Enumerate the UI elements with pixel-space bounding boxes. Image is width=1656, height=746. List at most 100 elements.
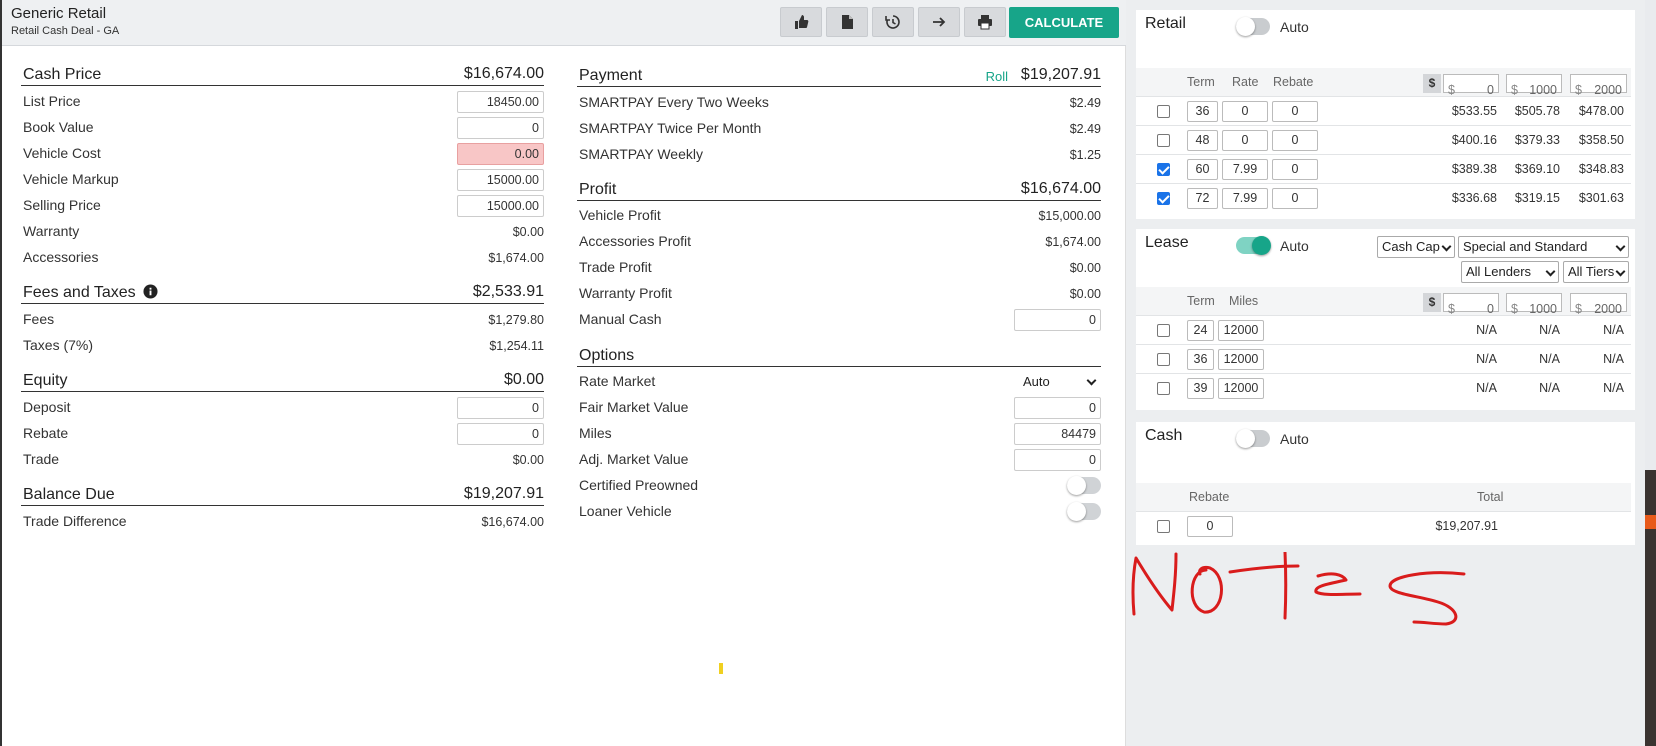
vehicle-cost-input[interactable]: 0.00: [457, 143, 544, 165]
calculate-button[interactable]: CALCULATE: [1009, 7, 1119, 38]
balance-due-label: Balance Due: [23, 486, 115, 503]
rate-input[interactable]: 7.99: [1222, 188, 1268, 209]
rate-input[interactable]: 0: [1222, 101, 1268, 122]
lease-title: Lease: [1145, 234, 1189, 251]
loaner-vehicle-toggle[interactable]: [1067, 502, 1101, 521]
down-payment-input[interactable]: $2000: [1570, 293, 1627, 316]
trade-link[interactable]: Trade: [23, 451, 59, 467]
list-price-input[interactable]: 18450.00: [457, 91, 544, 113]
accessories-link[interactable]: Accessories: [23, 249, 98, 265]
roll-link[interactable]: Roll: [986, 69, 1008, 84]
miles-input[interactable]: 12000: [1218, 349, 1264, 370]
payment-value: N/A: [1603, 323, 1624, 337]
accessories-value: $1,674.00: [488, 251, 544, 265]
term-input[interactable]: 24: [1187, 320, 1214, 341]
payment-item-value: $1.25: [1069, 148, 1101, 162]
document-button[interactable]: [826, 7, 868, 37]
cash-row-checkbox[interactable]: [1157, 520, 1170, 533]
selling-price-label: Selling Price: [23, 197, 101, 213]
term-input[interactable]: 72: [1187, 188, 1218, 209]
adj-market-value-input[interactable]: 0: [1014, 449, 1101, 471]
print-button[interactable]: [964, 7, 1006, 37]
lease-row-checkbox[interactable]: [1157, 324, 1170, 337]
rate-input[interactable]: 7.99: [1222, 159, 1268, 180]
taxes-link[interactable]: Taxes (7%): [23, 337, 93, 353]
term-header: Term: [1187, 294, 1215, 308]
manual-cash-row: Manual Cash 0: [577, 308, 1101, 332]
down-payment-input[interactable]: $1000: [1506, 293, 1562, 316]
taxes-row: Taxes (7%) $1,254.11: [21, 334, 544, 358]
tiers-select[interactable]: All Tiers: [1563, 261, 1629, 283]
options-label: Options: [579, 347, 635, 364]
adj-market-value-label: Adj. Market Value: [579, 451, 689, 467]
arrow-right-icon: [933, 17, 946, 27]
term-input[interactable]: 48: [1187, 130, 1218, 151]
payment-value: $336.68: [1451, 191, 1497, 205]
warranty-link[interactable]: Warranty: [23, 223, 79, 239]
dollar-toggle-button[interactable]: $: [1423, 74, 1441, 93]
cash-auto-toggle[interactable]: [1236, 429, 1270, 448]
retail-row-checkbox[interactable]: [1157, 163, 1170, 176]
lenders-select[interactable]: All Lenders: [1461, 261, 1559, 283]
program-select[interactable]: Special and Standard: [1458, 236, 1629, 258]
history-button[interactable]: [872, 7, 914, 37]
rebate-input[interactable]: 0: [1187, 516, 1233, 537]
payment-item: SMARTPAY Every Two Weeks $2.49: [577, 91, 1101, 115]
loaner-vehicle-row: Loaner Vehicle: [577, 500, 1101, 524]
approve-button[interactable]: [780, 7, 822, 37]
book-value-input[interactable]: 0: [457, 117, 544, 139]
fair-market-value-input[interactable]: 0: [1014, 397, 1101, 419]
fair-market-value-link[interactable]: Fair Market Value: [579, 399, 688, 415]
miles-input[interactable]: 84479: [1014, 423, 1101, 445]
forward-button[interactable]: [918, 7, 960, 37]
miles-input[interactable]: 12000: [1218, 378, 1264, 399]
term-input[interactable]: 36: [1187, 101, 1218, 122]
rate-market-select[interactable]: Auto: [1014, 371, 1101, 393]
retail-row: 60 7.99 0 $389.38 $369.10 $348.83: [1136, 154, 1631, 183]
retail-panel: Retail Auto Term Rate Rebate $ $0 $1000 …: [1136, 10, 1635, 219]
payment-item-label: SMARTPAY Twice Per Month: [579, 120, 762, 136]
vehicle-markup-input[interactable]: 15000.00: [457, 169, 544, 191]
certified-preowned-toggle[interactable]: [1067, 476, 1101, 495]
rebate-input[interactable]: 0: [1272, 188, 1318, 209]
miles-label: Miles: [579, 425, 612, 441]
miles-input[interactable]: 12000: [1218, 320, 1264, 341]
cap-type-select[interactable]: Cash Cap: [1377, 236, 1455, 258]
rebate-input[interactable]: 0: [1272, 130, 1318, 151]
retail-row-checkbox[interactable]: [1157, 105, 1170, 118]
cash-row: 0 $19,207.91: [1136, 511, 1631, 540]
rate-header: Rate: [1232, 75, 1259, 89]
lease-row-checkbox[interactable]: [1157, 353, 1170, 366]
lease-row: 36 12000 N/A N/A N/A: [1136, 344, 1631, 373]
rebate-row: Rebate 0: [21, 422, 544, 446]
down-payment-input[interactable]: $2000: [1570, 74, 1627, 97]
deal-header: Generic Retail Retail Cash Deal - GA CAL…: [2, 0, 1126, 46]
info-icon[interactable]: [143, 284, 158, 299]
lease-auto-toggle[interactable]: [1236, 236, 1271, 255]
down-payment-input[interactable]: $0: [1443, 74, 1499, 97]
rebate-header: Rebate: [1273, 75, 1314, 89]
term-input[interactable]: 36: [1187, 349, 1214, 370]
selling-price-input[interactable]: 15000.00: [457, 195, 544, 217]
down-payment-input[interactable]: $0: [1443, 293, 1499, 316]
chevron-down-icon: [1086, 375, 1097, 386]
manual-cash-input[interactable]: 0: [1014, 309, 1101, 331]
term-input[interactable]: 39: [1187, 378, 1214, 399]
rebate-input[interactable]: 0: [1272, 101, 1318, 122]
rate-input[interactable]: 0: [1222, 130, 1268, 151]
dollar-toggle-button[interactable]: $: [1423, 293, 1441, 312]
trade-profit-label: Trade Profit: [579, 259, 652, 275]
rebate-input[interactable]: 0: [457, 423, 544, 445]
lease-row-checkbox[interactable]: [1157, 382, 1170, 395]
deposit-input[interactable]: 0: [457, 397, 544, 419]
retail-auto-toggle[interactable]: [1236, 17, 1270, 36]
retail-row-checkbox[interactable]: [1157, 134, 1170, 147]
payment-header: Payment $19,207.91 Roll: [577, 65, 1101, 87]
rate-market-row: Rate Market Auto: [577, 370, 1101, 394]
term-input[interactable]: 60: [1187, 159, 1218, 180]
fees-link[interactable]: Fees: [23, 311, 54, 327]
trade-value: $0.00: [512, 453, 544, 467]
down-payment-input[interactable]: $1000: [1506, 74, 1562, 97]
retail-row-checkbox[interactable]: [1157, 192, 1170, 205]
rebate-input[interactable]: 0: [1272, 159, 1318, 180]
